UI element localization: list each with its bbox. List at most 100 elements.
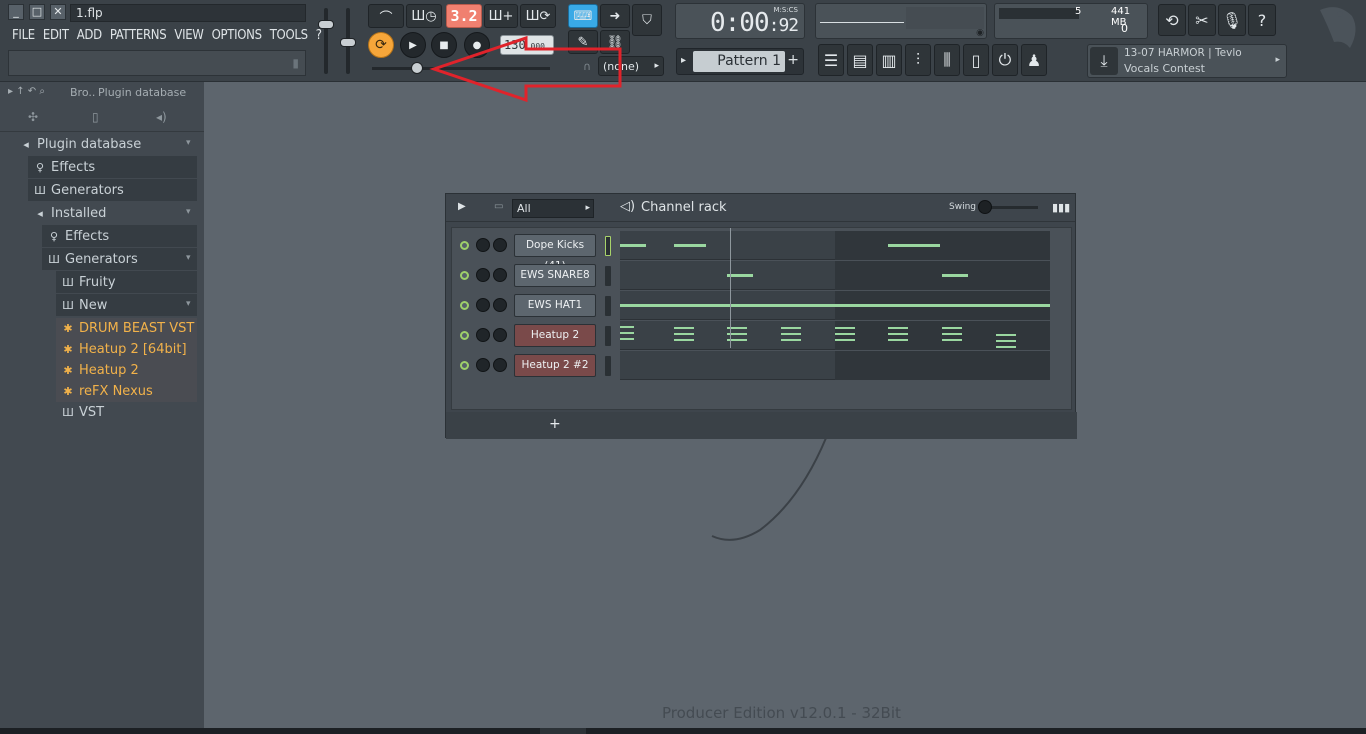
plugin-picker-icon[interactable]: ⏻ — [992, 44, 1018, 76]
channel-volume-knob[interactable] — [493, 268, 507, 282]
channel-pan-knob[interactable] — [476, 238, 490, 252]
channel-sequence[interactable] — [620, 291, 1050, 320]
menu-add[interactable]: ADD — [73, 26, 106, 46]
tempo-display[interactable]: 130.000 — [500, 35, 554, 55]
note[interactable] — [620, 244, 646, 247]
step-forward-icon[interactable]: ➜ — [600, 4, 630, 28]
brush-icon[interactable]: ✎ — [568, 30, 598, 54]
graph-editor-icon[interactable]: ▮▮▮ — [1052, 201, 1070, 214]
channel-pan-knob[interactable] — [476, 268, 490, 282]
note[interactable] — [781, 339, 801, 341]
snap-selector[interactable]: (none) ▸ — [598, 56, 664, 76]
note[interactable] — [888, 327, 908, 329]
step-edit-icon[interactable]: Ш+ — [484, 4, 518, 28]
menu-file[interactable]: FILE — [8, 26, 39, 46]
swing-knob[interactable] — [978, 200, 992, 214]
pattern-prev-icon[interactable]: ▸ — [681, 55, 686, 66]
news-panel[interactable]: ⤓ 13-07 HARMOR | Tevlo Vocals Contest ▸ — [1087, 44, 1287, 78]
channel-rack-icon[interactable]: ▥ — [876, 44, 902, 76]
tree-item[interactable]: ✱ Heatup 2 — [62, 360, 138, 381]
channel-name-button[interactable]: EWS SNARE8 — [514, 264, 596, 287]
piano-roll-icon[interactable]: ▤ — [847, 44, 873, 76]
channel-mute-led[interactable] — [460, 271, 469, 280]
stop-button[interactable]: ■ — [431, 32, 457, 58]
play-button[interactable]: ▶ — [400, 32, 426, 58]
tree-item[interactable]: ◂ Installed — [34, 203, 106, 224]
channel-name-button[interactable]: Heatup 2 — [514, 324, 596, 347]
equalizer-icon[interactable]: ⫼ — [934, 44, 960, 76]
loop-record-icon[interactable]: Ш⟳ — [520, 4, 556, 28]
touch-controller-icon[interactable]: ♟ — [1021, 44, 1047, 76]
master-pitch-track[interactable] — [372, 67, 550, 70]
mixer-icon[interactable]: ⫶ — [905, 44, 931, 76]
note[interactable] — [996, 340, 1016, 342]
folder-icon[interactable]: ▭ — [494, 201, 503, 212]
add-channel-button[interactable]: + — [549, 416, 561, 432]
minimize-icon[interactable]: _ — [8, 4, 24, 20]
channel-select-indicator[interactable] — [605, 296, 611, 316]
cut-icon[interactable]: ✂ — [1188, 4, 1216, 36]
note[interactable] — [888, 333, 908, 335]
menu-patterns[interactable]: PATTERNS — [106, 26, 171, 46]
note[interactable] — [888, 244, 940, 247]
channel-mute-led[interactable] — [460, 241, 469, 250]
browser-menu-icon[interactable]: ▸ ↑ ↶ ⌕ — [8, 86, 45, 97]
close-icon[interactable]: ✕ — [50, 4, 66, 20]
add-pattern-icon[interactable]: + — [787, 52, 799, 68]
metronome-icon[interactable]: ⌒ — [368, 4, 404, 28]
microphone-icon[interactable]: 🎙 — [1218, 4, 1246, 36]
note[interactable] — [620, 304, 1050, 307]
channel-mute-led[interactable] — [460, 361, 469, 370]
note[interactable] — [835, 333, 855, 335]
note[interactable] — [674, 333, 694, 335]
tree-item[interactable]: Ш Fruity — [62, 272, 115, 293]
channel-mute-led[interactable] — [460, 331, 469, 340]
note[interactable] — [835, 339, 855, 341]
menu-options[interactable]: OPTIONS — [208, 26, 266, 46]
channel-volume-knob[interactable] — [493, 358, 507, 372]
expand-arrow-icon[interactable]: ▾ — [186, 138, 191, 148]
tree-item[interactable]: ✱ Heatup 2 [64bit] — [62, 339, 186, 360]
tree-item[interactable]: ◂ Plugin database — [20, 134, 141, 155]
master-pitch-slider[interactable] — [340, 8, 356, 74]
note[interactable] — [620, 332, 634, 334]
channel-mute-led[interactable] — [460, 301, 469, 310]
eye-icon[interactable]: ◉ — [944, 28, 984, 38]
channel-volume-knob[interactable] — [493, 298, 507, 312]
collapse-icon[interactable]: ✣ — [28, 110, 38, 124]
note[interactable] — [942, 339, 962, 341]
tree-item[interactable]: Ш VST — [62, 402, 104, 423]
note[interactable] — [674, 339, 694, 341]
wait-record-icon[interactable]: Ш◷ — [406, 4, 442, 28]
file-icon[interactable]: ▯ — [92, 110, 99, 124]
note[interactable] — [888, 339, 908, 341]
news-next-icon[interactable]: ▸ — [1275, 55, 1280, 65]
pattern-selector[interactable]: ▸ Pattern 1 + — [676, 48, 804, 75]
pattern-name[interactable]: Pattern 1 — [693, 51, 785, 72]
tree-item[interactable]: Ш Generators — [48, 249, 138, 270]
channel-volume-knob[interactable] — [493, 328, 507, 342]
typing-keyboard-icon[interactable]: ⌨ — [568, 4, 598, 28]
note[interactable] — [620, 326, 634, 328]
channel-pan-knob[interactable] — [476, 358, 490, 372]
channel-sequence[interactable] — [620, 351, 1050, 380]
tree-item[interactable]: ♀ Effects — [34, 157, 95, 178]
pattern-song-toggle[interactable]: 3.2 — [446, 4, 482, 28]
link-icon[interactable]: ⛓ — [600, 30, 630, 54]
pattern-mode-icon[interactable]: ⟳ — [368, 32, 394, 58]
note[interactable] — [996, 334, 1016, 336]
tree-item[interactable]: Ш New — [62, 295, 107, 316]
tree-item[interactable]: ♀ Effects — [48, 226, 109, 247]
download-icon[interactable]: ⤓ — [1090, 47, 1118, 75]
note[interactable] — [674, 327, 694, 329]
channel-select-indicator[interactable] — [605, 236, 611, 256]
note[interactable] — [942, 274, 968, 277]
playlist-icon[interactable]: ☰ — [818, 44, 844, 76]
menu-view[interactable]: VIEW — [170, 26, 207, 46]
speaker-icon[interactable]: ◂) — [156, 110, 167, 124]
channel-sequence[interactable] — [620, 261, 1050, 290]
note[interactable] — [674, 244, 706, 247]
channel-name-button[interactable]: EWS HAT1 — [514, 294, 596, 317]
channel-rack-menu-icon[interactable]: ▶ — [458, 201, 466, 212]
channel-name-button[interactable]: Dope Kicks (41) — [514, 234, 596, 272]
